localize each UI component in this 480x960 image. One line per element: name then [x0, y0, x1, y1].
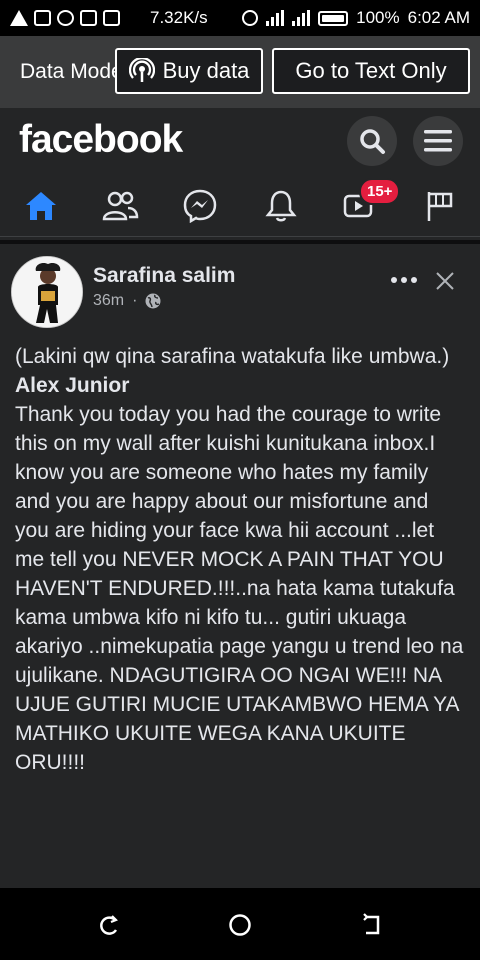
profile-photo: [12, 257, 82, 327]
warning-icon: [10, 10, 28, 26]
system-nav-bar: [0, 888, 480, 960]
signal-2-icon: [292, 10, 311, 26]
buy-data-label: Buy data: [162, 58, 250, 83]
text-only-button[interactable]: Go to Text Only: [272, 48, 470, 94]
home-icon: [26, 192, 56, 220]
dot-icon: [411, 277, 417, 283]
recents-icon[interactable]: [93, 910, 123, 940]
post-meta: 36m ·: [93, 292, 161, 310]
nav-notifications[interactable]: [251, 182, 311, 230]
notification-badge: 15+: [359, 178, 401, 205]
author-avatar[interactable]: [11, 256, 83, 328]
facebook-logo[interactable]: facebook: [19, 118, 183, 162]
text-only-label: Go to Text Only: [295, 58, 447, 83]
gallery-icon: [103, 10, 120, 26]
battery-icon: [318, 10, 349, 26]
dnd-icon: [242, 10, 259, 26]
clock: 6:02 AM: [407, 8, 470, 27]
nav-messenger[interactable]: [170, 182, 230, 230]
message-icon: [34, 10, 51, 26]
flag-icon: [427, 192, 453, 221]
post-text-quote: (Lakini qw qina sarafina watakufa like u…: [15, 345, 450, 368]
signal-icon: [266, 10, 285, 26]
news-icon: [80, 10, 97, 26]
search-icon: [360, 129, 385, 154]
battery-level: 100%: [356, 8, 400, 27]
nav-home[interactable]: [11, 182, 71, 230]
friends-icon: [102, 191, 139, 221]
feed-post: Sarafina salim 36m · (Lakini qw qina sar…: [0, 244, 480, 888]
messenger-icon: [183, 189, 217, 223]
main-nav: 15+: [0, 178, 480, 238]
back-icon[interactable]: [358, 910, 388, 940]
meta-separator: ·: [132, 292, 138, 309]
data-mode-label: Data Mode: [20, 60, 123, 83]
home-nav-icon[interactable]: [225, 910, 255, 940]
menu-button[interactable]: [413, 116, 463, 166]
dot-icon: [391, 277, 397, 283]
network-speed: 7.32K/s: [150, 8, 208, 27]
facebook-icon: [57, 10, 74, 26]
globe-icon: [145, 293, 161, 309]
status-icons-left: 7.32K/s: [10, 8, 208, 28]
post-time[interactable]: 36m: [93, 292, 124, 310]
more-options-button[interactable]: [388, 266, 420, 294]
hamburger-icon: [424, 130, 452, 152]
dot-icon: [401, 277, 407, 283]
bell-icon: [265, 190, 297, 222]
nav-pages[interactable]: [410, 182, 470, 230]
buy-data-button[interactable]: Buy data: [115, 48, 263, 94]
post-author[interactable]: Sarafina salim: [93, 264, 235, 288]
nav-watch[interactable]: 15+: [329, 178, 401, 230]
broadcast-icon: [128, 58, 155, 82]
post-text-mention[interactable]: Alex Junior: [15, 371, 467, 400]
header-divider: [0, 236, 480, 237]
status-icons-right: 100% 6:02 AM: [242, 8, 470, 28]
status-bar: 7.32K/s 100% 6:02 AM: [0, 0, 480, 36]
search-button[interactable]: [347, 116, 397, 166]
post-body: (Lakini qw qina sarafina watakufa like u…: [15, 342, 467, 777]
close-icon[interactable]: [430, 266, 460, 296]
data-mode-bar: Data Mode Buy data Go to Text Only: [0, 36, 480, 108]
app-header: facebook 15+: [0, 108, 480, 244]
post-text-main: Thank you today you had the courage to w…: [15, 403, 464, 774]
nav-friends[interactable]: [90, 182, 150, 230]
